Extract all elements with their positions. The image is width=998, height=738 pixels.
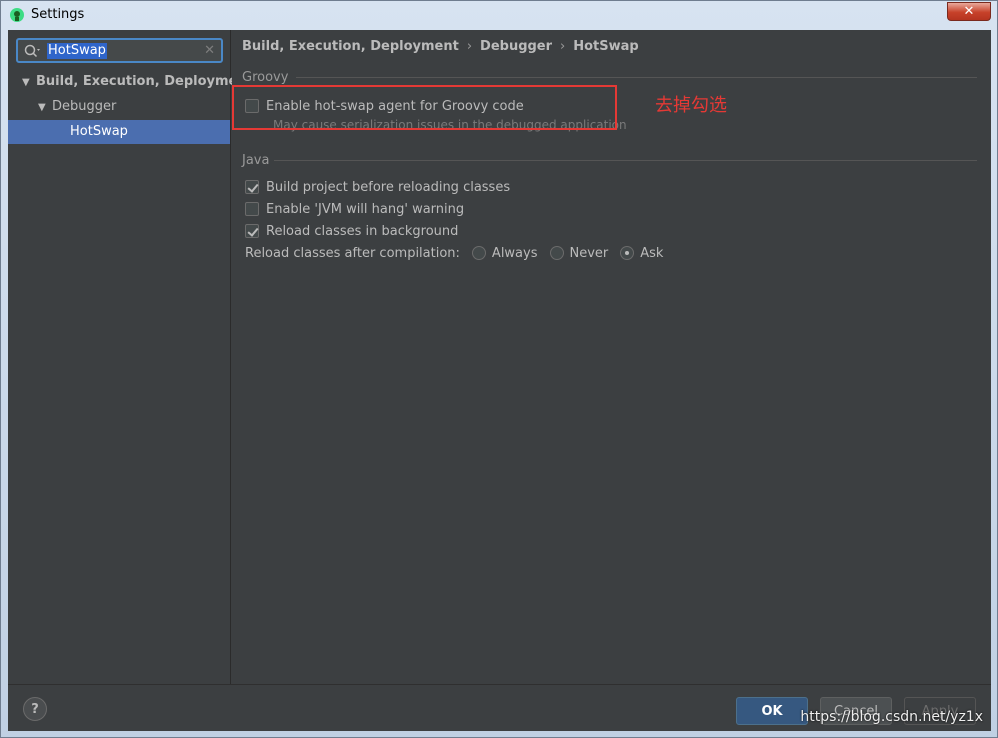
- settings-search[interactable]: HotSwap ✕: [16, 38, 223, 63]
- jvm-hang-warning-option[interactable]: Enable 'JVM will hang' warning: [245, 200, 464, 218]
- section-title-groovy: Groovy: [242, 70, 289, 85]
- settings-content: HotSwap ✕ ▼ Build, Execution, Deployment …: [8, 30, 991, 731]
- tree-item-label: Debugger: [52, 99, 117, 114]
- breadcrumb-separator-icon: ›: [560, 39, 566, 54]
- reload-in-background-label: Reload classes in background: [266, 223, 459, 239]
- reload-after-compilation-group: Reload classes after compilation: Always…: [245, 244, 663, 262]
- clear-search-icon[interactable]: ✕: [204, 43, 215, 58]
- radio-always-label[interactable]: Always: [492, 246, 538, 261]
- annotation-text: 去掉勾选: [655, 95, 727, 116]
- tree-item-hotswap[interactable]: HotSwap: [8, 120, 230, 144]
- radio-ask[interactable]: [620, 246, 635, 260]
- jvm-hang-warning-checkbox[interactable]: [245, 202, 259, 216]
- build-before-reload-label: Build project before reloading classes: [266, 179, 511, 195]
- breadcrumb-separator-icon: ›: [466, 39, 473, 54]
- settings-window: Settings ✕ HotSwap ✕ ▼ Build, Execution, …: [0, 0, 998, 738]
- section-divider: [274, 160, 977, 161]
- breadcrumb-item[interactable]: HotSwap: [573, 39, 638, 54]
- radio-always[interactable]: [471, 246, 486, 260]
- search-icon[interactable]: [23, 43, 41, 59]
- expand-arrow-icon[interactable]: ▼: [22, 71, 36, 95]
- watermark: https://blog.csdn.net/yz1x: [800, 709, 983, 725]
- jvm-hang-warning-label: Enable 'JVM will hang' warning: [266, 201, 465, 217]
- radio-never-label[interactable]: Never: [570, 246, 609, 261]
- tree-item-label: Build, Execution, Deployment: [36, 74, 253, 89]
- annotation-highlight-box: [232, 85, 617, 130]
- build-before-reload-option[interactable]: Build project before reloading classes: [245, 178, 510, 196]
- settings-panel: Build, Execution, Deployment › Debugger › Ho…: [232, 30, 991, 684]
- build-before-reload-checkbox[interactable]: [245, 180, 259, 194]
- tree-item-build-execution-deployment[interactable]: ▼ Build, Execution, Deployment: [22, 70, 253, 94]
- reload-after-compilation-label: Reload classes after compilation:: [245, 245, 460, 261]
- breadcrumb-item[interactable]: Debugger: [480, 39, 552, 54]
- radio-ask-label[interactable]: Ask: [640, 246, 663, 261]
- section-divider: [296, 77, 977, 78]
- breadcrumb: Build, Execution, Deployment › Debugger › Ho…: [242, 39, 639, 54]
- dialog-footer: ? OK Cancel Apply https://blog.csdn.net/…: [8, 684, 991, 731]
- breadcrumb-item[interactable]: Build, Execution, Deployment: [242, 39, 459, 54]
- help-button[interactable]: ?: [23, 697, 47, 721]
- ok-button[interactable]: OK: [736, 697, 808, 725]
- window-close-button[interactable]: ✕: [947, 2, 991, 21]
- reload-in-background-checkbox[interactable]: [245, 224, 259, 238]
- app-icon: [10, 8, 24, 22]
- settings-sidebar: HotSwap ✕ ▼ Build, Execution, Deployment …: [8, 30, 253, 684]
- radio-never[interactable]: [549, 246, 564, 260]
- window-title: Settings: [31, 7, 85, 22]
- expand-arrow-icon[interactable]: ▼: [38, 96, 52, 120]
- tree-item-label: HotSwap: [70, 124, 128, 139]
- search-input[interactable]: HotSwap: [47, 43, 107, 59]
- section-title-java: Java: [242, 153, 270, 168]
- title-bar: Settings ✕: [1, 1, 997, 29]
- tree-item-debugger[interactable]: ▼ Debugger: [38, 95, 116, 119]
- reload-in-background-option[interactable]: Reload classes in background: [245, 222, 458, 240]
